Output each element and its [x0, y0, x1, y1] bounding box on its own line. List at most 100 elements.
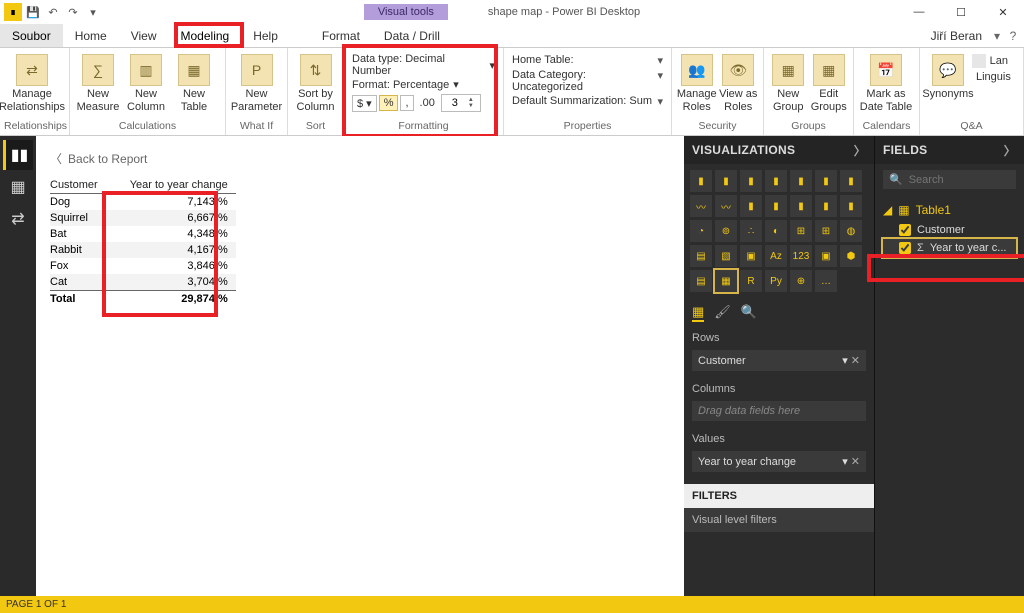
field-customer-checkbox[interactable] — [899, 224, 911, 236]
percent-format-button[interactable]: % — [379, 95, 399, 111]
rows-field-well[interactable]: Customer▾ ✕ — [692, 350, 866, 371]
viz-type-import[interactable]: … — [815, 270, 837, 292]
viz-type[interactable]: ▮ — [765, 170, 787, 192]
viz-type[interactable]: ▮ — [765, 195, 787, 217]
viz-type[interactable]: ▮ — [790, 170, 812, 192]
synonyms-button[interactable]: 💬Synonyms — [924, 50, 972, 101]
help-icon[interactable]: ? — [1002, 24, 1024, 47]
new-parameter-button[interactable]: PNew Parameter — [230, 50, 283, 113]
viz-type[interactable]: R — [740, 270, 762, 292]
matrix-visual[interactable]: Customer Year to year change Dog7,143 % … — [50, 177, 236, 307]
tab-data-drill[interactable]: Data / Drill — [372, 24, 452, 47]
viz-type[interactable]: ⊚ — [715, 220, 737, 242]
undo-icon[interactable]: ↶ — [44, 3, 62, 21]
values-field-well[interactable]: Year to year change▾ ✕ — [692, 451, 866, 472]
viz-type[interactable]: 〰 — [715, 195, 737, 217]
save-icon[interactable]: 💾 — [24, 3, 42, 21]
window-restore-button[interactable]: ☐ — [940, 0, 982, 24]
field-customer[interactable]: Customer — [883, 221, 1016, 239]
viz-type-matrix[interactable]: ▦ — [715, 270, 737, 292]
collapse-viz-icon[interactable]: 〉 — [854, 142, 866, 159]
new-measure-button[interactable]: ∑New Measure — [74, 50, 122, 113]
view-as-roles-button[interactable]: 👁View as Roles — [718, 50, 760, 113]
data-category-dropdown[interactable]: Data Category: Uncategorized▾ — [508, 69, 667, 93]
fields-search[interactable]: 🔍 — [883, 170, 1016, 189]
viz-type[interactable]: ▣ — [740, 245, 762, 267]
viz-type[interactable]: ▮ — [815, 170, 837, 192]
viz-type[interactable]: ▮ — [690, 170, 712, 192]
currency-format-button[interactable]: $ ▾ — [352, 95, 377, 112]
manage-relationships-button[interactable]: ⇄ Manage Relationships — [4, 50, 60, 113]
tab-format[interactable]: Format — [310, 24, 372, 47]
window-minimize-button[interactable]: — — [898, 0, 940, 24]
format-dropdown[interactable]: Format: Percentage▾ — [348, 78, 499, 91]
user-menu-caret-icon[interactable]: ▾ — [992, 24, 1002, 47]
edit-groups-button[interactable]: ▦Edit Groups — [809, 50, 850, 113]
model-view-button[interactable]: ⇄ — [3, 204, 33, 234]
viz-type[interactable]: ▮ — [790, 195, 812, 217]
viz-type[interactable]: ▮ — [715, 170, 737, 192]
back-to-report-button[interactable]: 〈 Back to Report — [50, 146, 670, 177]
viz-type[interactable]: ▤ — [690, 245, 712, 267]
viz-type[interactable]: ▤ — [690, 270, 712, 292]
viz-type[interactable]: ⊕ — [790, 270, 812, 292]
analytics-mode-icon[interactable]: 🔍 — [741, 304, 757, 322]
collapse-fields-icon[interactable]: 〉 — [1004, 142, 1016, 159]
viz-type[interactable]: 〰 — [690, 195, 712, 217]
viz-type[interactable]: 123 — [790, 245, 812, 267]
new-table-button[interactable]: ▦New Table — [170, 50, 218, 113]
fields-mode-icon[interactable]: ▦ — [692, 304, 704, 322]
default-summarization-dropdown[interactable]: Default Summarization: Sum▾ — [508, 95, 667, 108]
viz-type[interactable]: ∴ — [740, 220, 762, 242]
visual-level-filters-label[interactable]: Visual level filters — [684, 508, 874, 532]
viz-type[interactable]: Py — [765, 270, 787, 292]
viz-type[interactable]: ◐ — [765, 220, 787, 242]
report-view-button[interactable]: ▮▮ — [3, 140, 33, 170]
data-type-dropdown[interactable]: Data type: Decimal Number▾ — [348, 53, 499, 77]
mark-as-date-table-button[interactable]: 📅Mark as Date Table — [858, 50, 914, 113]
qat-customize-icon[interactable]: ▾ — [84, 3, 102, 21]
format-mode-icon[interactable]: 🖌 — [714, 304, 731, 322]
new-column-button[interactable]: ▥New Column — [122, 50, 170, 113]
language-button[interactable]: Lan — [972, 54, 1008, 68]
tab-view[interactable]: View — [119, 24, 169, 47]
viz-type[interactable]: ▮ — [740, 195, 762, 217]
table-node[interactable]: ◢▦Table1 — [883, 199, 1016, 221]
viz-type[interactable]: ⬢ — [840, 245, 862, 267]
viz-type[interactable]: ▣ — [815, 245, 837, 267]
field-year-to-year-change[interactable]: Σ Year to year c... — [883, 239, 1016, 257]
linguistic-schema-button[interactable]: Linguis — [972, 70, 1008, 84]
remove-value-field-icon[interactable]: ✕ — [851, 456, 860, 468]
viz-type[interactable]: ▮ — [840, 170, 862, 192]
viz-type[interactable]: Az — [765, 245, 787, 267]
manage-roles-button[interactable]: 👥Manage Roles — [676, 50, 718, 113]
viz-type[interactable]: ▮ — [740, 170, 762, 192]
fields-search-input[interactable] — [909, 174, 1024, 186]
viz-type[interactable]: ◍ — [840, 220, 862, 242]
signed-in-user[interactable]: Jiří Beran — [931, 29, 982, 43]
new-group-button[interactable]: ▦New Group — [768, 50, 809, 113]
window-close-button[interactable]: ✕ — [982, 0, 1024, 24]
viz-type[interactable]: ▧ — [715, 245, 737, 267]
viz-type[interactable]: ⊞ — [790, 220, 812, 242]
viz-type[interactable]: ▮ — [840, 195, 862, 217]
home-table-dropdown[interactable]: Home Table:▾ — [508, 54, 667, 67]
tab-home[interactable]: Home — [63, 24, 119, 47]
decimal-places-spinner[interactable]: ▲▼ — [441, 94, 481, 112]
columns-field-well[interactable]: Drag data fields here — [692, 401, 866, 421]
data-view-button[interactable]: ▦ — [3, 172, 33, 202]
sort-by-column-button[interactable]: ⇅Sort by Column — [292, 50, 339, 113]
remove-row-field-icon[interactable]: ✕ — [851, 355, 860, 367]
redo-icon[interactable]: ↷ — [64, 3, 82, 21]
tab-help[interactable]: Help — [241, 24, 290, 47]
field-ytoy-checkbox[interactable] — [899, 242, 911, 254]
viz-type[interactable]: ◔ — [690, 220, 712, 242]
viz-type[interactable]: ⊞ — [815, 220, 837, 242]
filters-header[interactable]: FILTERS — [684, 484, 874, 508]
file-menu[interactable]: Soubor — [0, 24, 63, 47]
tab-modeling[interactable]: Modeling — [169, 24, 242, 47]
viz-type[interactable]: ▮ — [815, 195, 837, 217]
column-header-customer[interactable]: Customer — [50, 177, 106, 194]
decimal-places-input[interactable] — [442, 97, 468, 109]
thousands-separator-button[interactable]: , — [400, 95, 413, 111]
